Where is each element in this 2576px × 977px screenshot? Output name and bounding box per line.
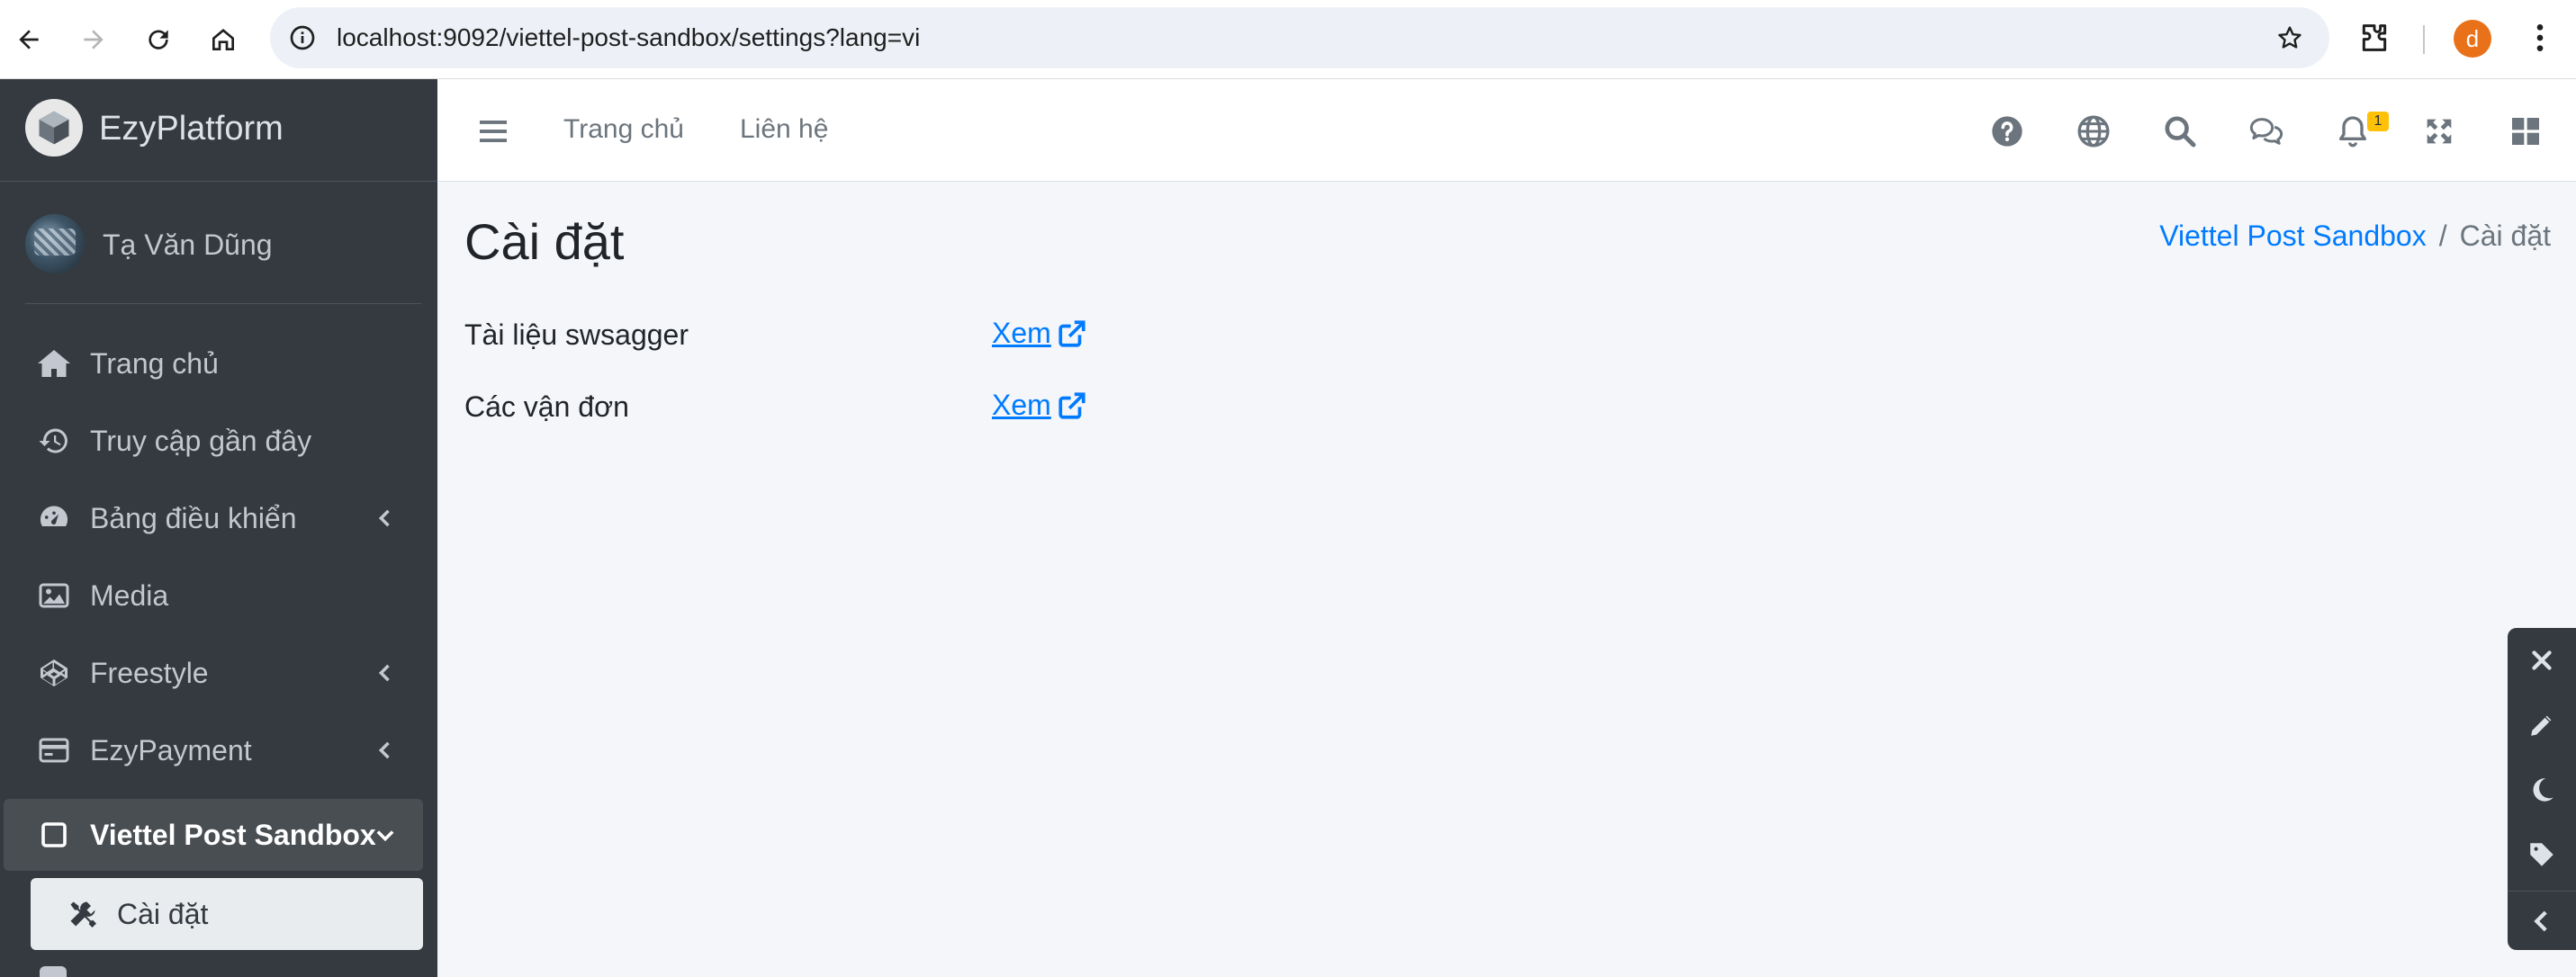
moon-icon [2533, 778, 2553, 802]
chevron-down-icon [376, 830, 394, 842]
view-shipments-link[interactable]: Xem [992, 389, 1087, 422]
messages-button[interactable] [2248, 113, 2284, 149]
sidebar-item-label: Truy cập gần đây [90, 425, 312, 457]
bookmark-star-icon[interactable] [2275, 23, 2304, 52]
bell-icon [2339, 116, 2366, 148]
sidebar-item-dashboard[interactable]: Bảng điều khiển [0, 482, 437, 554]
avatar [25, 214, 85, 273]
breadcrumb: Viettel Post Sandbox / Cài đặt [2159, 220, 2551, 253]
toolbar-divider [2508, 891, 2576, 892]
search-button[interactable] [2162, 113, 2198, 149]
brand-link[interactable]: EzyPlatform [0, 79, 437, 182]
reload-button[interactable] [137, 18, 180, 61]
forward-button[interactable] [72, 18, 115, 61]
hamburger-menu-icon[interactable] [477, 115, 509, 148]
sidebar-item-media[interactable]: Media [0, 560, 437, 632]
url-text[interactable]: localhost:9092/viettel-post-sandbox/sett… [337, 23, 920, 52]
image-icon [39, 583, 69, 608]
sidebar-item-label: Viettel Post Sandbox [90, 819, 376, 851]
grid-icon [2512, 118, 2539, 145]
sidebar-item-viettel-post-sandbox[interactable]: Viettel Post Sandbox [4, 799, 423, 871]
breadcrumb-link-viettel-post-sandbox[interactable]: Viettel Post Sandbox [2159, 220, 2427, 252]
page-title: Cài đặt [464, 213, 625, 270]
home-button[interactable] [202, 18, 245, 61]
sidebar-item-label: Bảng điều khiển [90, 502, 297, 534]
breadcrumb-current: Cài đặt [2459, 220, 2551, 252]
browser-chrome: localhost:9092/viettel-post-sandbox/sett… [0, 0, 2576, 79]
dashboard-gauge-icon [40, 506, 68, 526]
profile-avatar[interactable]: d [2454, 20, 2491, 58]
tools-icon [70, 901, 96, 928]
chevron-left-icon [2534, 910, 2547, 932]
dark-mode-button[interactable] [2524, 772, 2560, 808]
codepen-icon [41, 659, 68, 686]
sidebar-item-label: EzyPayment [90, 734, 252, 766]
breadcrumb-separator: / [2438, 220, 2447, 252]
sidebar: EzyPlatform Tạ Văn Dũng Trang chủ Truy c… [0, 79, 437, 977]
nav-link-contact[interactable]: Liên hệ [740, 113, 828, 146]
setting-label-swagger-docs: Tài liệu swsagger [464, 318, 689, 351]
sidebar-item-label: Trang chủ [90, 347, 219, 380]
top-navbar: Trang chủ Liên hệ [437, 79, 2576, 182]
extensions-puzzle-icon[interactable] [2356, 20, 2392, 56]
external-link-icon [1058, 319, 1085, 347]
sidebar-item-recent[interactable]: Truy cập gần đây [0, 405, 437, 477]
sidebar-item-label: Freestyle [90, 657, 209, 689]
search-icon [2165, 116, 2196, 148]
help-icon [1992, 116, 2022, 147]
language-button[interactable] [2076, 113, 2112, 149]
arrow-right-icon [84, 30, 104, 49]
chevron-left-icon [378, 741, 390, 759]
site-info-icon[interactable] [288, 23, 317, 52]
help-button[interactable] [1989, 113, 2025, 149]
home-outline-icon [212, 29, 234, 50]
credit-card-icon [39, 738, 69, 763]
chevron-left-icon [378, 664, 390, 682]
sidebar-item-label: Media [90, 579, 169, 612]
sidebar-item-freestyle[interactable]: Freestyle [0, 637, 437, 709]
chrome-divider [2423, 25, 2425, 54]
sidebar-item-home[interactable]: Trang chủ [0, 327, 437, 399]
history-icon [39, 428, 68, 453]
close-icon [2532, 650, 2552, 670]
sidebar-item-ezypayment[interactable]: EzyPayment [0, 714, 437, 786]
sidebar-subitem-settings[interactable]: Cài đặt [31, 878, 423, 950]
tag-icon [2530, 843, 2553, 866]
ezyplatform-logo-icon [25, 99, 83, 157]
sidebar-item-label: Cài đặt [117, 898, 209, 930]
chat-icon [2249, 118, 2283, 145]
chevron-left-icon [378, 509, 390, 527]
user-panel[interactable]: Tạ Văn Dũng [25, 182, 421, 304]
notifications-button[interactable] [2335, 113, 2371, 149]
tag-button[interactable] [2524, 837, 2560, 873]
back-button[interactable] [7, 18, 50, 61]
floating-toolbar [2508, 628, 2576, 950]
brand-text: EzyPlatform [99, 110, 284, 148]
address-bar[interactable]: localhost:9092/viettel-post-sandbox/sett… [270, 7, 2329, 68]
reload-icon [149, 30, 168, 49]
setting-label-shipments: Các vận đơn [464, 390, 629, 423]
view-swagger-docs-link[interactable]: Xem [992, 317, 1087, 350]
globe-icon [2077, 115, 2110, 148]
control-sidebar-button[interactable] [2508, 113, 2544, 149]
nav-link-home[interactable]: Trang chủ [563, 113, 684, 146]
notification-badge: 1 [2367, 112, 2389, 131]
home-icon [38, 350, 70, 377]
link-text: Xem [992, 317, 1051, 349]
sidebar-next-item-icon [40, 966, 67, 977]
square-icon [41, 822, 67, 847]
link-text: Xem [992, 389, 1051, 421]
fullscreen-button[interactable] [2421, 113, 2457, 149]
arrow-left-icon [19, 30, 39, 49]
pencil-icon [2529, 713, 2553, 738]
more-vertical-icon[interactable] [2522, 20, 2558, 56]
fullscreen-icon [2427, 119, 2452, 144]
user-name[interactable]: Tạ Văn Dũng [103, 229, 273, 262]
edit-button[interactable] [2524, 707, 2560, 743]
collapse-toolbar-button[interactable] [2524, 903, 2560, 939]
close-toolbar-button[interactable] [2524, 642, 2560, 678]
external-link-icon [1058, 391, 1085, 419]
